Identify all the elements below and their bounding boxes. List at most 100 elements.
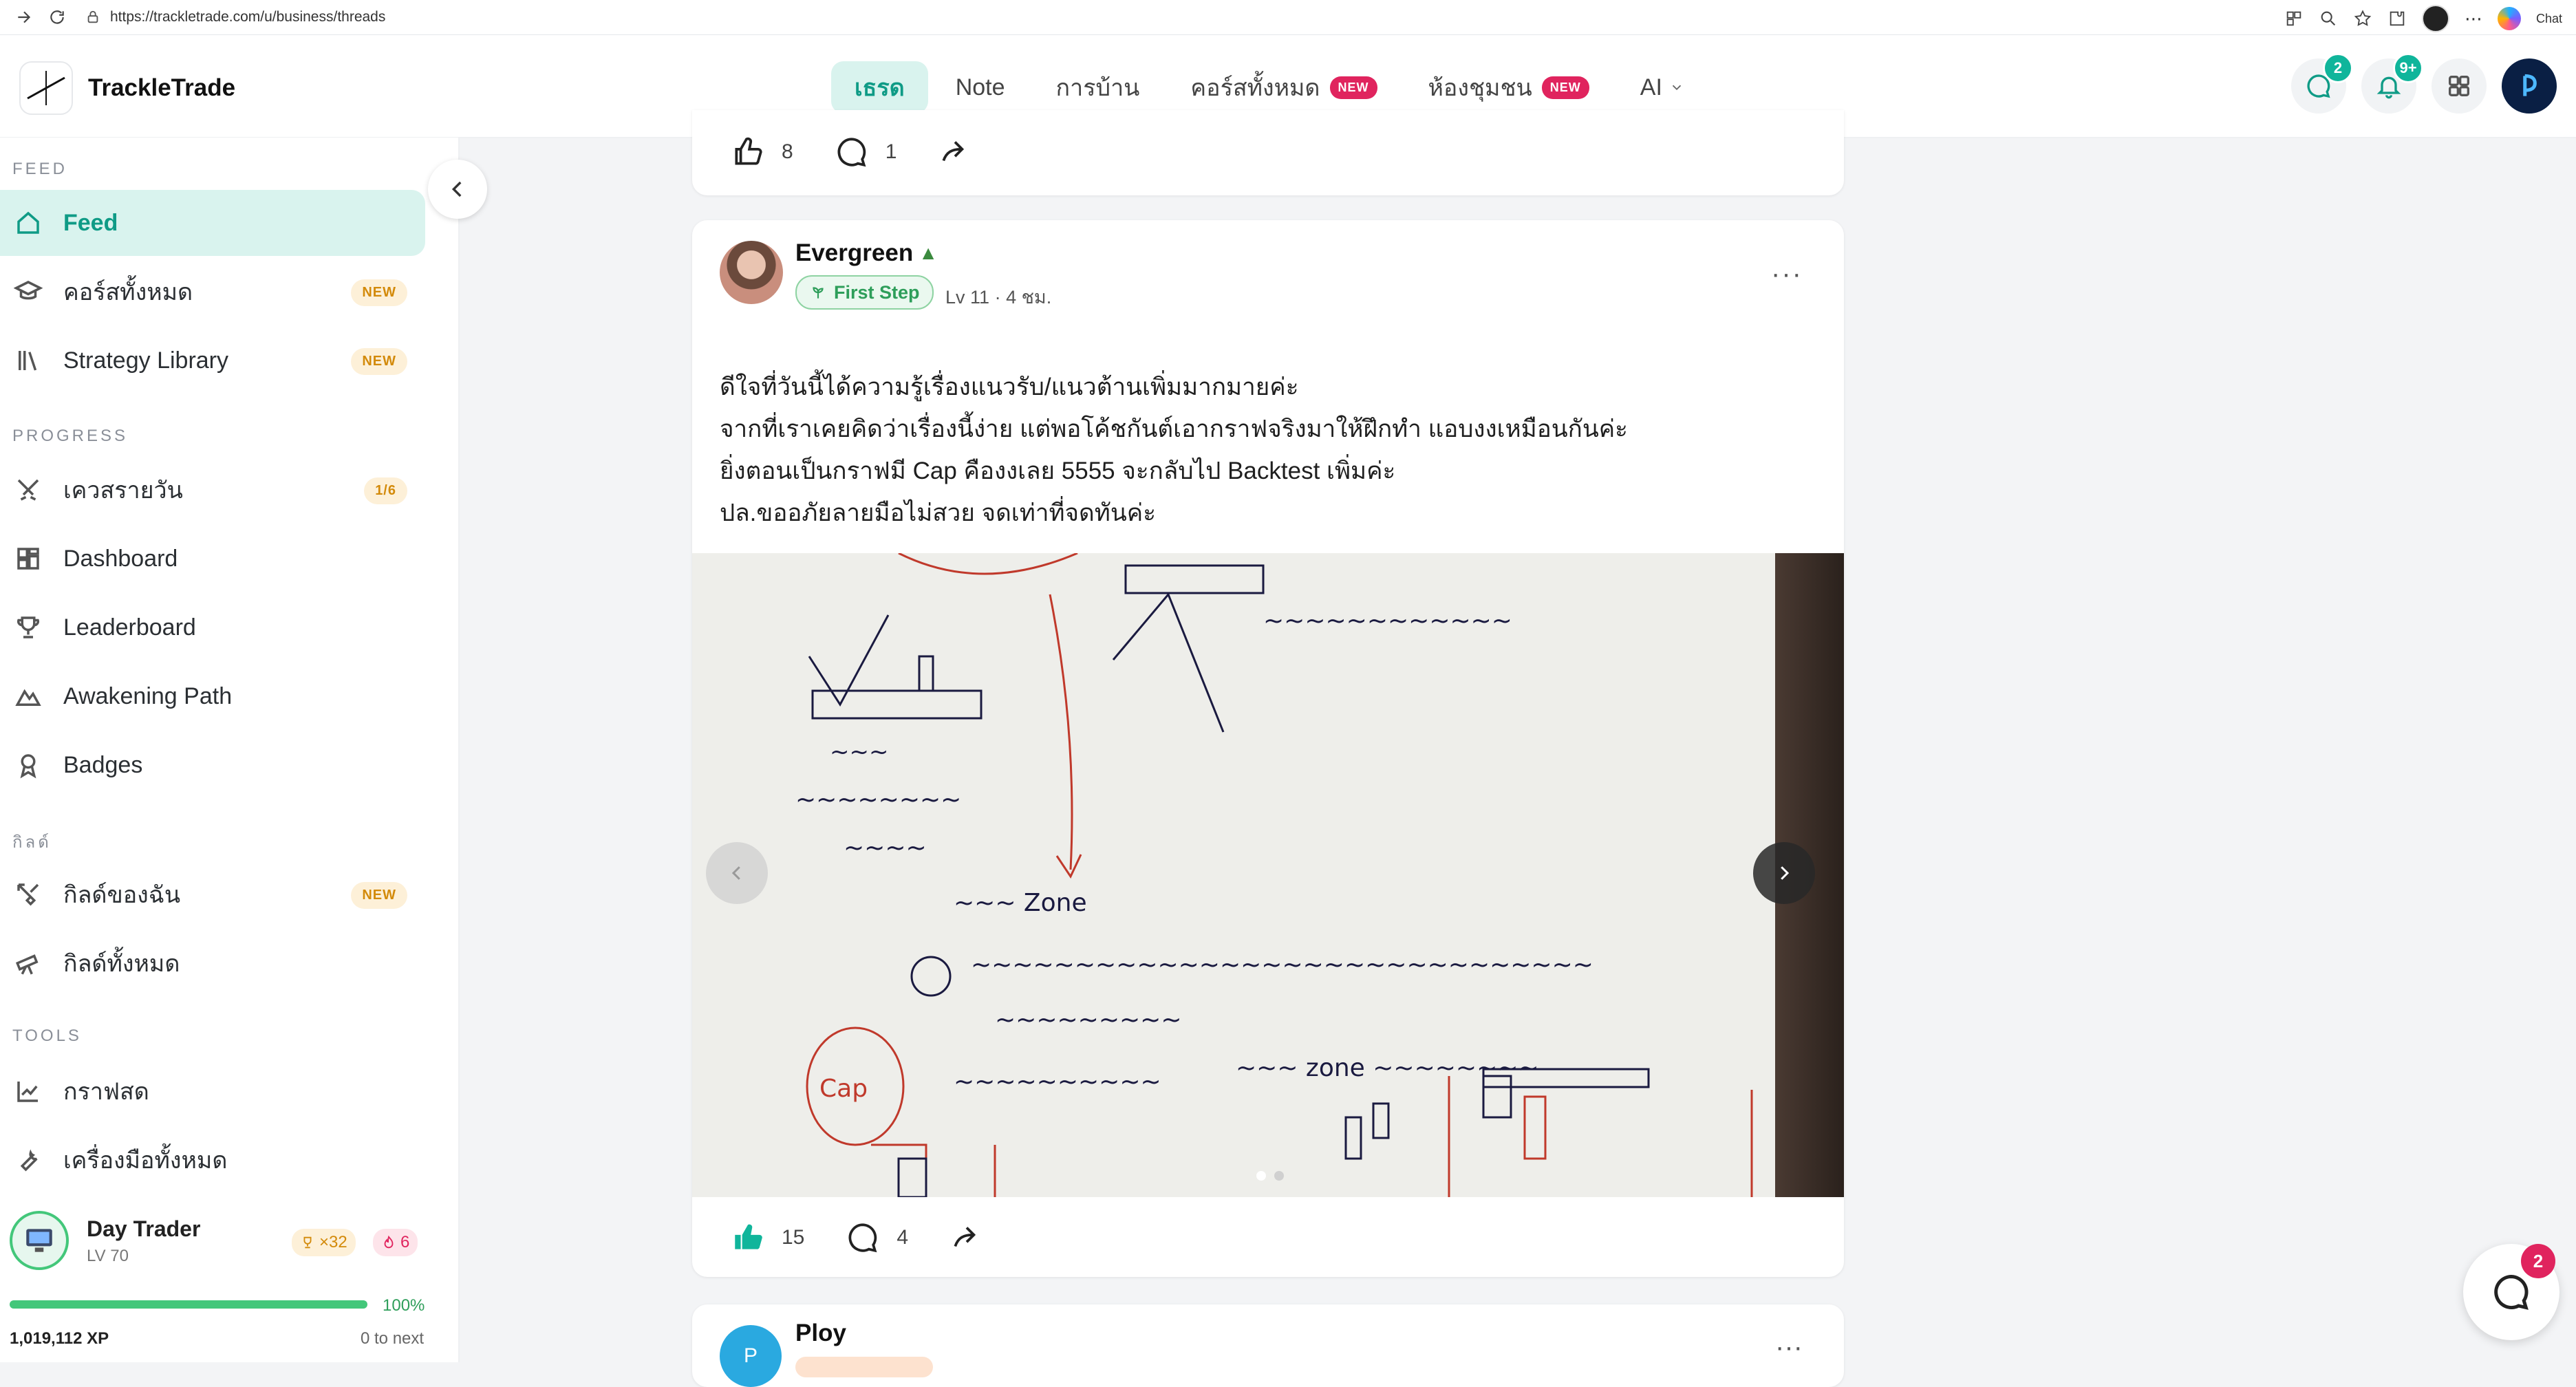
brand-logo[interactable]: TrackleTrade — [19, 61, 235, 115]
chat-bubble-icon — [2494, 1274, 2529, 1310]
grid-icon — [2449, 76, 2469, 96]
sidebar-item-all-guilds[interactable]: กิลด์ทั้งหมด — [0, 930, 425, 996]
tree-icon: ▲ — [919, 242, 938, 264]
sidebar-item-label: เควสรายวัน — [63, 477, 183, 504]
author-name[interactable]: Ploy — [795, 1320, 846, 1347]
user-profile-card[interactable]: Day Trader LV 70 ×32 6 100% 1,019,112 XP… — [0, 1204, 440, 1362]
reload-icon[interactable] — [48, 8, 66, 26]
section-label-progress: PROGRESS — [12, 427, 129, 445]
apps-grid-button[interactable] — [2432, 58, 2487, 114]
sidebar-item-leaderboard[interactable]: Leaderboard — [0, 594, 425, 660]
tab-ai[interactable]: AI — [1617, 61, 1708, 114]
address-bar[interactable]: https://trackletrade.com/u/business/thre… — [85, 5, 2493, 30]
xp-progress-fill — [10, 1300, 367, 1309]
author-name[interactable]: Evergreen ▲ — [795, 239, 938, 267]
sidebar-item-awakening-path[interactable]: Awakening Path — [0, 663, 425, 729]
profile-logo-icon — [2523, 74, 2537, 96]
messages-button[interactable]: 2 — [2291, 53, 2353, 114]
carousel-dot[interactable] — [1256, 1171, 1266, 1181]
post-body: ดีใจที่วันนี้ได้ความรู้เรื่องแนวรับ/แนวต… — [720, 366, 1752, 534]
floating-chat-button[interactable]: 2 — [2463, 1244, 2559, 1340]
sidebar-item-dashboard[interactable]: Dashboard — [0, 526, 425, 592]
user-avatar — [10, 1211, 69, 1270]
xp-percent: 100% — [383, 1296, 425, 1315]
url-text: https://trackletrade.com/u/business/thre… — [110, 9, 386, 25]
collapse-sidebar-button[interactable] — [428, 160, 487, 219]
sidebar-item-daily-quests[interactable]: เควสรายวัน 1/6 — [0, 457, 425, 523]
post-more-button[interactable]: ··· — [1775, 1332, 1803, 1363]
new-badge: NEW — [351, 882, 407, 909]
extensions-icon[interactable] — [2387, 9, 2407, 28]
more-icon[interactable]: ⋯ — [2465, 8, 2482, 30]
sidebar-item-badges[interactable]: Badges — [0, 732, 425, 798]
svg-text:~~~: ~~~ — [830, 738, 888, 766]
dashboard-icon — [17, 548, 39, 570]
messages-badge: 2 — [2323, 53, 2353, 83]
post-more-button[interactable]: ··· — [1771, 259, 1803, 290]
sidebar-item-label: เครื่องมือทั้งหมด — [63, 1148, 228, 1174]
site-info-icon[interactable] — [85, 10, 100, 25]
sidebar-item-label: กิลด์ทั้งหมด — [63, 951, 180, 977]
wrench-icon — [20, 1149, 38, 1172]
sidebar-item-my-guild[interactable]: กิลด์ของฉัน NEW — [0, 861, 425, 927]
tab-label: Note — [955, 74, 1005, 100]
carousel-dot[interactable] — [1274, 1171, 1284, 1181]
rank-badge-label: First Step — [834, 281, 920, 303]
like-filled-icon[interactable] — [731, 1221, 765, 1255]
carousel-prev-button[interactable] — [706, 842, 768, 904]
like-icon[interactable] — [731, 135, 765, 169]
sidebar-item-strategy-library[interactable]: Strategy Library NEW — [0, 327, 425, 394]
sidebar-item-all-courses[interactable]: คอร์สทั้งหมด NEW — [0, 259, 425, 325]
star-icon[interactable] — [2353, 9, 2372, 28]
svg-text:~~~~~~~~~~~~: ~~~~~~~~~~~~ — [1263, 607, 1512, 635]
like-count: 8 — [782, 140, 793, 163]
sidebar-item-all-tools[interactable]: เครื่องมือทั้งหมด — [0, 1127, 425, 1193]
xp-progress-bar — [10, 1300, 367, 1309]
comment-icon[interactable] — [846, 1221, 880, 1255]
section-label-tools: TOOLS — [12, 1026, 82, 1045]
comment-icon[interactable] — [835, 135, 869, 169]
author-name-text: Evergreen — [795, 239, 914, 266]
svg-text:Cap: Cap — [819, 1075, 868, 1103]
tab-community[interactable]: ห้องชุมชน NEW — [1405, 61, 1613, 114]
post-line: จากที่เราเคยคิดว่าเรื่องนี้ง่าย แต่พอโค้… — [720, 416, 1628, 442]
chevron-left-icon — [731, 866, 740, 880]
share-icon[interactable] — [938, 135, 972, 169]
xp-total: 1,019,112 XP — [10, 1329, 109, 1348]
telescope-icon — [15, 954, 39, 975]
browser-profile-avatar[interactable] — [2421, 5, 2449, 32]
post-meta: Lv 11 · 4 ชม. — [945, 282, 1051, 312]
rank-badge: First Step — [795, 275, 934, 310]
carousel-next-button[interactable] — [1753, 842, 1815, 904]
sidebar-item-feed[interactable]: Feed — [0, 190, 425, 256]
author-avatar[interactable]: P — [720, 1325, 782, 1387]
tab-note[interactable]: Note — [932, 61, 1029, 114]
quest-progress-badge: 1/6 — [364, 477, 407, 504]
author-avatar[interactable] — [720, 241, 783, 304]
tab-label: คอร์สทั้งหมด — [1190, 75, 1320, 101]
sidebar-item-live-chart[interactable]: กราฟสด — [0, 1058, 425, 1124]
tab-all-courses[interactable]: คอร์สทั้งหมด NEW — [1167, 61, 1400, 114]
post-card: Evergreen ▲ First Step Lv 11 · 4 ชม. ···… — [692, 220, 1844, 1277]
share-icon[interactable] — [949, 1221, 984, 1255]
chat-label[interactable]: Chat — [2536, 12, 2562, 26]
copilot-icon[interactable] — [2497, 7, 2521, 30]
meta-separator: · — [994, 287, 1007, 308]
post-image-carousel[interactable]: ~~~~~~~~~~~~ ~~~ ~~~~~~~~ ~~~~ ~~~ Zone … — [692, 553, 1844, 1197]
award-icon — [20, 754, 36, 779]
streak-count: 6 — [400, 1233, 410, 1251]
apps-icon[interactable] — [2284, 9, 2304, 28]
tab-homework[interactable]: การบ้าน — [1033, 61, 1163, 114]
chevron-down-icon — [1672, 85, 1682, 91]
streak-badge: 6 — [373, 1229, 418, 1256]
trophy-icon — [303, 1236, 312, 1249]
zoom-icon[interactable] — [2319, 9, 2338, 28]
post-line: ดีใจที่วันนี้ได้ความรู้เรื่องแนวรับ/แนวต… — [720, 374, 1299, 400]
notifications-button[interactable]: 9+ — [2361, 53, 2423, 114]
forward-icon[interactable] — [15, 8, 33, 26]
profile-avatar[interactable] — [2502, 58, 2557, 114]
new-badge: NEW — [351, 348, 407, 375]
tab-threads[interactable]: เธรด — [831, 61, 928, 114]
post-actions: 8 1 — [731, 135, 972, 169]
svg-text:~~~~~~~~: ~~~~~~~~ — [795, 786, 961, 814]
